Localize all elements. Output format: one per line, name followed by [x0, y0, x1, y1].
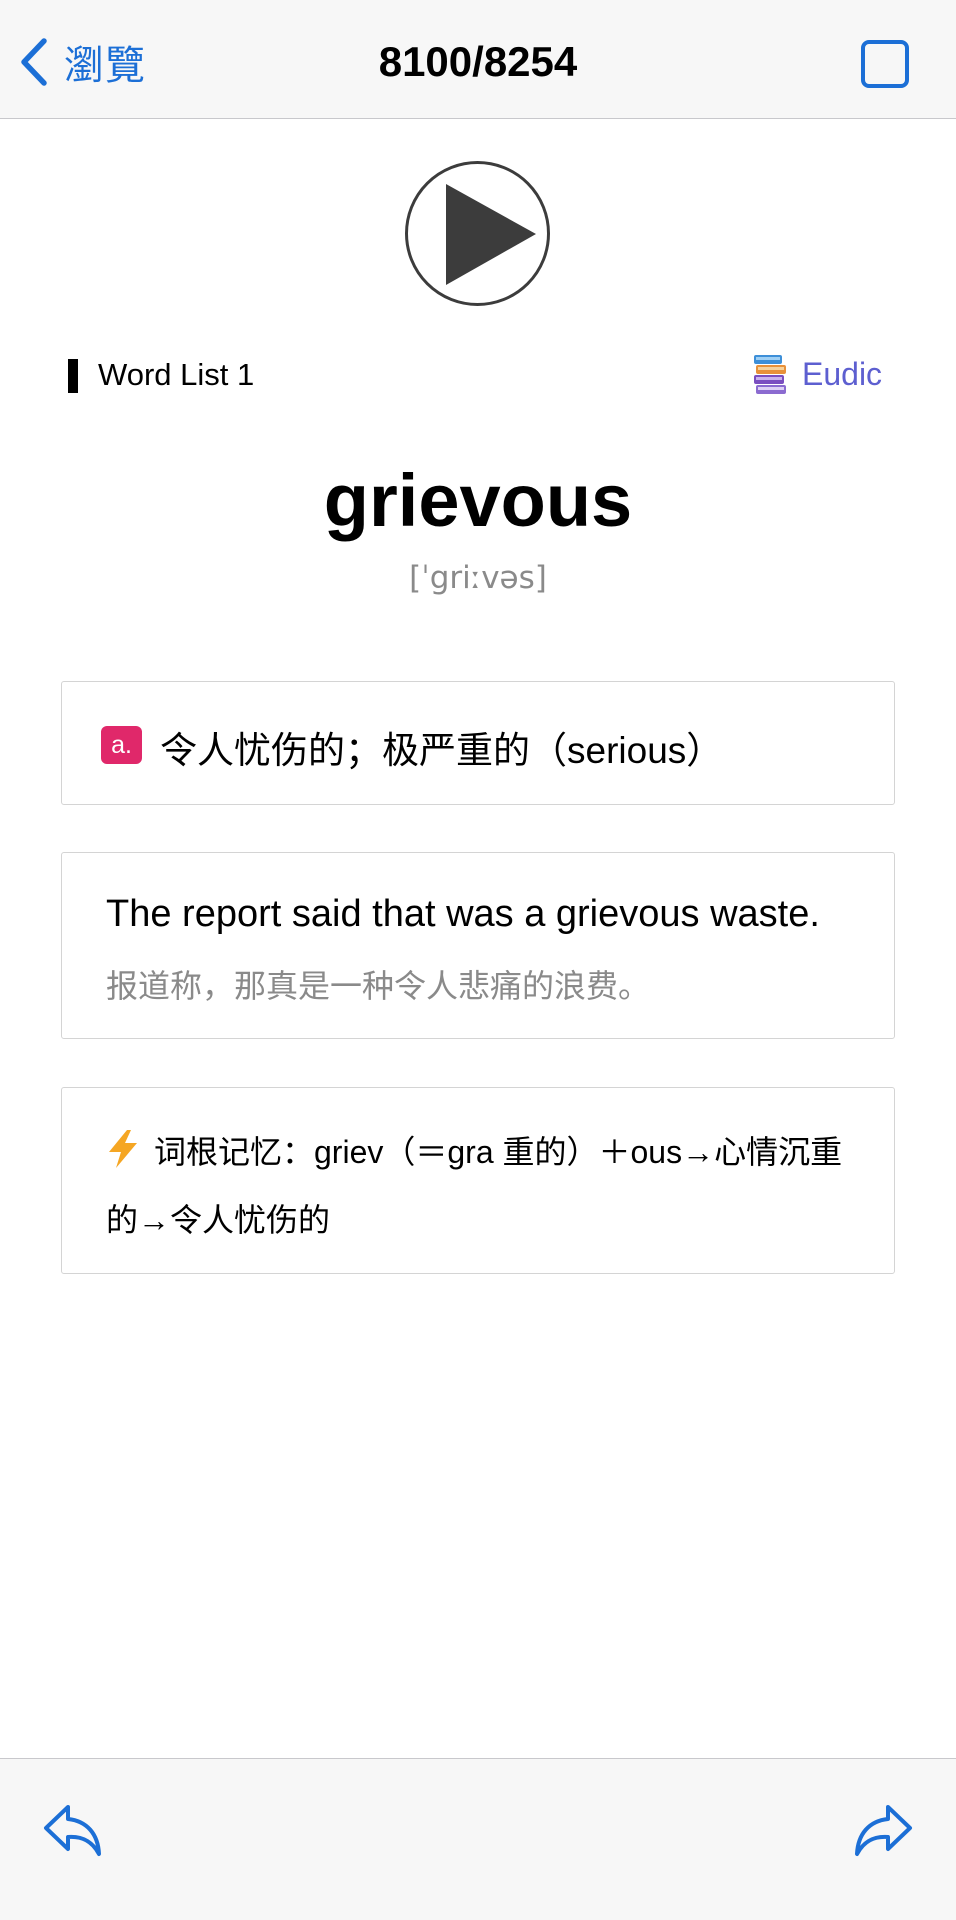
- play-icon: [446, 184, 536, 285]
- bottom-toolbar: [0, 1758, 956, 1920]
- books-icon: [754, 355, 786, 394]
- mark-checkbox[interactable]: [861, 40, 909, 88]
- definition-text: 令人忧伤的；极严重的（serious）: [160, 730, 724, 771]
- lightning-icon: [109, 1130, 137, 1168]
- example-card: The report said that was a grievous wast…: [61, 852, 895, 1039]
- memory-content: 词根记忆：griev（＝gra 重的）＋ous→心情沉重的→令人忧伤的: [106, 1118, 866, 1254]
- memory-text: 词根记忆：griev（＝gra 重的）＋ous→心情沉重的→令人忧伤的: [106, 1134, 843, 1238]
- previous-button[interactable]: [42, 1801, 104, 1859]
- eudic-link[interactable]: Eudic: [752, 347, 882, 401]
- navigation-bar: 瀏覽 8100/8254: [0, 0, 956, 119]
- part-of-speech-badge: a.: [101, 726, 142, 764]
- forward-arrow-icon: [855, 1805, 912, 1856]
- list-marker: [68, 359, 78, 393]
- example-english: The report said that was a grievous wast…: [106, 893, 820, 935]
- headword: grievous: [323, 459, 633, 542]
- example-chinese: 报道称，那真是一种令人悲痛的浪费。: [106, 968, 651, 1004]
- definition-card: a. 令人忧伤的；极严重的（serious）: [61, 681, 895, 805]
- progress-title: 8100/8254: [378, 38, 578, 85]
- eudic-label: Eudic: [802, 355, 883, 392]
- next-button[interactable]: [852, 1801, 914, 1859]
- reply-arrow-icon: [44, 1805, 101, 1856]
- memory-card: 词根记忆：griev（＝gra 重的）＋ous→心情沉重的→令人忧伤的: [61, 1087, 895, 1274]
- word-list-name: Word List 1: [98, 357, 255, 392]
- play-audio-button[interactable]: [405, 161, 550, 306]
- phonetic: [ˈgriːvəs]: [409, 560, 547, 596]
